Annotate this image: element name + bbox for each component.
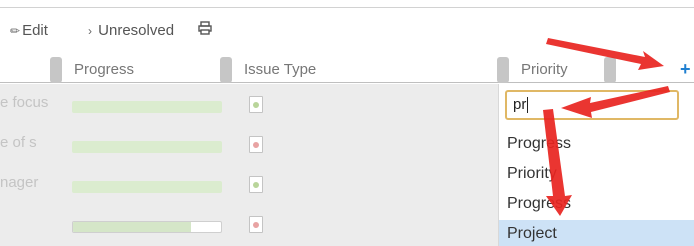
progress-bar [72, 101, 222, 113]
column-resize-handle[interactable] [497, 57, 509, 83]
issue-title-cell: nager [0, 174, 39, 191]
top-divider [0, 7, 694, 8]
add-column-button[interactable]: + [680, 59, 691, 80]
edit-label: Edit [22, 22, 48, 39]
toolbar: ✏ Edit › Unresolved [0, 18, 694, 48]
column-resize-handle[interactable] [604, 57, 616, 83]
issue-type-icon [249, 136, 263, 153]
unresolved-label: Unresolved [98, 22, 175, 39]
column-resize-handle[interactable] [50, 57, 62, 83]
table-row[interactable]: e of s [0, 128, 498, 158]
issue-type-icon [249, 216, 263, 233]
progress-fill [72, 101, 222, 113]
progress-fill [72, 181, 222, 193]
issue-status-dot [253, 222, 259, 228]
column-option-progress[interactable]: Progress [499, 130, 694, 160]
progress-bar [72, 221, 222, 233]
unresolved-filter-button[interactable]: › Unresolved [88, 22, 174, 39]
printer-icon [198, 21, 212, 35]
print-button[interactable] [198, 21, 212, 39]
progress-fill [72, 141, 222, 153]
issue-status-dot [253, 182, 259, 188]
issue-title-cell: e focus [0, 94, 49, 111]
progress-bar [72, 141, 222, 153]
issue-type-icon [249, 176, 263, 193]
column-header-issue-type[interactable]: Issue Type [244, 61, 316, 78]
column-search-input[interactable]: pr [505, 90, 679, 120]
issue-status-dot [253, 102, 259, 108]
issue-title-cell: e of s [0, 134, 37, 151]
table-row[interactable]: nager [0, 168, 498, 198]
table-row[interactable] [0, 208, 498, 238]
column-option-priority[interactable]: Priority [499, 160, 694, 190]
column-option-progress[interactable]: Progress [499, 190, 694, 220]
column-option-project[interactable]: Project [499, 220, 694, 246]
table-row[interactable]: e focus [0, 88, 498, 118]
pencil-icon: ✏ [10, 24, 21, 38]
chevron-right-icon: › [88, 24, 92, 38]
column-header-progress[interactable]: Progress [74, 61, 134, 78]
text-caret [527, 97, 529, 114]
issue-status-dot [253, 142, 259, 148]
column-picker-panel: pr Progress Priority Progress Project [498, 84, 694, 246]
table-header: Progress Issue Type Priority + [0, 53, 694, 83]
progress-bar [72, 181, 222, 193]
edit-button[interactable]: ✏ Edit [10, 22, 48, 39]
progress-fill [73, 222, 192, 232]
issue-type-icon [249, 96, 263, 113]
column-resize-handle[interactable] [220, 57, 232, 83]
column-header-priority[interactable]: Priority [521, 61, 568, 78]
column-search-value: pr [513, 96, 527, 113]
